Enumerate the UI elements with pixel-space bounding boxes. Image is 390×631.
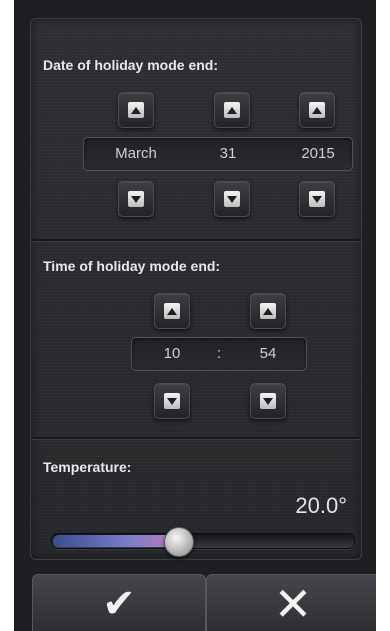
arrow-up-icon [128,102,144,118]
temperature-value: 20.0° [295,493,347,518]
day-value: 31 [219,145,237,162]
section-divider [31,437,361,440]
time-section-title: Time of holiday mode end: [43,258,221,274]
settings-panel: Date of holiday mode end: March 31 2015 … [30,18,362,560]
arrow-down-icon [224,191,240,207]
minute-up-button[interactable] [250,293,286,329]
arrow-up-icon [224,102,240,118]
date-display: March 31 2015 [83,137,353,171]
day-up-button[interactable] [214,92,250,128]
confirm-button[interactable]: ✔ [32,574,206,631]
checkmark-icon: ✔ [102,581,136,626]
hour-up-button[interactable] [154,293,190,329]
holiday-mode-screen: Date of holiday mode end: March 31 2015 … [14,0,376,631]
month-value: March [115,145,157,162]
temperature-section-title: Temperature: [43,459,132,475]
arrow-down-icon [260,393,276,409]
time-separator: : [216,345,222,362]
arrow-down-icon [128,191,144,207]
month-up-button[interactable] [118,92,154,128]
time-display: 10 : 54 [131,337,307,371]
hour-value: 10 [163,345,181,362]
cancel-button[interactable]: ✕ [206,574,376,631]
arrow-up-icon [260,303,276,319]
hour-down-button[interactable] [154,383,190,419]
month-down-button[interactable] [118,181,154,217]
minute-value: 54 [259,345,277,362]
temperature-slider-fill [53,535,180,547]
close-icon: ✕ [273,577,313,630]
year-up-button[interactable] [299,92,335,128]
year-down-button[interactable] [299,181,335,217]
arrow-down-icon [164,393,180,409]
temperature-slider-thumb[interactable] [164,527,194,557]
arrow-down-icon [309,191,325,207]
minute-down-button[interactable] [250,383,286,419]
section-divider [31,239,361,242]
arrow-up-icon [164,303,180,319]
arrow-up-icon [309,102,325,118]
date-section-title: Date of holiday mode end: [43,57,219,73]
temperature-slider-track[interactable] [51,533,355,549]
day-down-button[interactable] [214,181,250,217]
year-value: 2015 [301,145,335,162]
